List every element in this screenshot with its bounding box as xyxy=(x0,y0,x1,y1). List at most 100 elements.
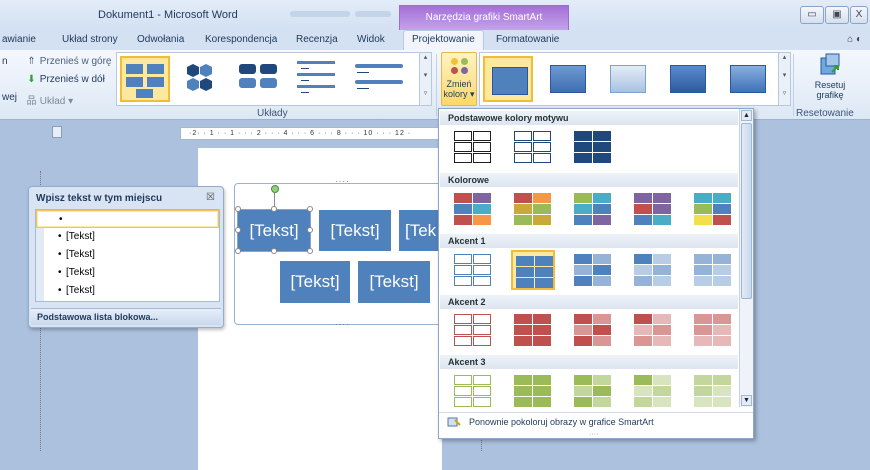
layout-button[interactable]: 品 Układ ▾ xyxy=(26,92,74,107)
smartart-shape[interactable]: [Tekst] xyxy=(280,261,350,303)
color-swatch-accent3-fill[interactable] xyxy=(511,371,555,407)
styles-scroll-up[interactable]: ▴ xyxy=(778,53,790,71)
color-swatch-accent3-outline[interactable] xyxy=(451,371,495,407)
color-swatch-accent2-gradient[interactable] xyxy=(571,310,615,350)
style-item[interactable] xyxy=(723,56,773,102)
color-swatch-accent1-light[interactable] xyxy=(691,250,735,290)
color-swatch-colorful[interactable] xyxy=(571,189,615,229)
smartart-shape[interactable]: [Tek xyxy=(399,210,439,251)
layout-grid[interactable] xyxy=(235,56,285,102)
text-pane-item[interactable]: • xyxy=(36,210,219,228)
smartart-shape[interactable]: [Tekst] xyxy=(358,261,430,303)
tab-korespondencja[interactable]: Korespondencja xyxy=(205,34,277,45)
color-swatch-accent2-transparent[interactable] xyxy=(631,310,675,350)
color-swatch-accent1-transparent[interactable] xyxy=(631,250,675,290)
maximize-button[interactable]: ▣ xyxy=(825,6,849,24)
style-item[interactable] xyxy=(483,56,533,102)
text-pane-item[interactable]: • [Tekst] xyxy=(36,282,219,300)
color-swatch-accent2-outline[interactable] xyxy=(451,310,495,350)
color-menu-scrollbar[interactable]: ▲ ▼ xyxy=(739,109,753,407)
text-pane-close-icon[interactable]: ☒ xyxy=(206,192,215,203)
color-swatch-dark-fill-outline[interactable] xyxy=(511,127,555,167)
swatch-cell xyxy=(713,397,731,407)
tab-uklad-strony[interactable]: Układ strony xyxy=(62,34,118,45)
close-button[interactable]: X xyxy=(850,6,868,24)
smartart-frame[interactable] xyxy=(234,183,448,325)
tab-projektowanie[interactable]: Projektowanie xyxy=(403,30,484,51)
tab-wstawianie[interactable]: awianie xyxy=(2,34,36,45)
tab-widok[interactable]: Widok xyxy=(357,34,385,45)
move-down-button[interactable]: ⬇ Przenieś w dół xyxy=(26,74,105,85)
styles-gallery[interactable]: ▴ ▾ ▿ xyxy=(479,52,791,106)
tab-formatowanie[interactable]: Formatowanie xyxy=(496,34,559,45)
color-swatch-dark-fill[interactable] xyxy=(571,127,615,167)
color-swatch-accent1-fill[interactable] xyxy=(511,250,555,290)
layout-vertical-bullet[interactable] xyxy=(293,56,343,102)
swatch-cell xyxy=(634,397,652,407)
swatch-cell xyxy=(653,204,671,214)
color-swatch-dark-outline[interactable] xyxy=(451,127,495,167)
ribbon-minimize-icon[interactable]: ⌂ ◐ xyxy=(847,34,862,45)
styles-more-button[interactable]: ▿ xyxy=(778,89,790,105)
smartart-shape[interactable]: [Tekst] xyxy=(237,209,311,252)
text-pane-item[interactable]: • [Tekst] xyxy=(36,228,219,246)
swatch-cell xyxy=(713,375,731,385)
tab-odwolania[interactable]: Odwołania xyxy=(137,34,184,45)
swatch-cell xyxy=(593,325,611,335)
recolor-pictures-option[interactable]: Ponownie pokoloruj obrazy w grafice Smar… xyxy=(439,412,753,430)
menu-resize-grip[interactable]: ···· xyxy=(589,431,598,438)
styles-scroll-down[interactable]: ▾ xyxy=(778,71,790,89)
ruler-indent-marker[interactable] xyxy=(52,126,62,138)
horizontal-ruler[interactable]: ·2· · 1 · · 1 · · · 2 · · · 4 · · · 6 · … xyxy=(180,127,442,140)
text-pane-layout-link[interactable]: Podstawowa lista blokowa... xyxy=(31,308,221,325)
color-swatch-colorful[interactable] xyxy=(511,189,555,229)
smartart-shape[interactable]: [Tekst] xyxy=(319,210,391,251)
color-swatch-colorful[interactable] xyxy=(691,189,735,229)
resize-handle[interactable] xyxy=(307,227,313,233)
window-title: Dokument1 - Microsoft Word xyxy=(98,9,238,21)
resize-handle[interactable] xyxy=(235,248,241,254)
frame-handle-top[interactable]: ···· xyxy=(335,177,350,186)
style-item[interactable] xyxy=(543,56,593,102)
color-swatch-colorful[interactable] xyxy=(451,189,495,229)
swatch-cell xyxy=(473,142,491,152)
color-swatch-accent2-fill[interactable] xyxy=(511,310,555,350)
resize-handle[interactable] xyxy=(235,206,241,212)
layout-lined-list[interactable] xyxy=(351,56,411,102)
color-swatch-accent3-gradient[interactable] xyxy=(571,371,615,407)
change-colors-button[interactable]: Zmień kolory ▾ xyxy=(441,52,477,106)
swatch-cell xyxy=(653,325,671,335)
scroll-up-arrow[interactable]: ▲ xyxy=(741,110,752,121)
resize-handle[interactable] xyxy=(307,206,313,212)
resize-handle[interactable] xyxy=(271,248,277,254)
style-item[interactable] xyxy=(663,56,713,102)
swatch-cell xyxy=(634,215,652,225)
scroll-down-arrow[interactable]: ▼ xyxy=(741,395,752,406)
color-swatch-accent3-light[interactable] xyxy=(691,371,735,407)
left-cut-text-2: wej xyxy=(2,92,18,103)
minimize-button[interactable]: ▭ xyxy=(800,6,824,24)
layouts-gallery[interactable]: ▴ ▾ ▿ xyxy=(116,52,432,106)
color-swatch-accent1-outline[interactable] xyxy=(451,250,495,290)
scroll-thumb[interactable] xyxy=(741,123,752,299)
move-up-label: Przenieś w górę xyxy=(39,56,112,67)
tab-recenzja[interactable]: Recenzja xyxy=(296,34,338,45)
frame-handle-bottom[interactable]: ···· xyxy=(335,320,350,329)
color-swatch-accent3-transparent[interactable] xyxy=(631,371,675,407)
gallery-more-button[interactable]: ▿ xyxy=(419,89,431,105)
gallery-scroll-up[interactable]: ▴ xyxy=(419,53,431,71)
style-item[interactable] xyxy=(603,56,653,102)
color-swatch-accent1-gradient[interactable] xyxy=(571,250,615,290)
gallery-scroll-down[interactable]: ▾ xyxy=(419,71,431,89)
resize-handle[interactable] xyxy=(235,227,241,233)
text-pane-item[interactable]: • [Tekst] xyxy=(36,246,219,264)
color-swatch-colorful[interactable] xyxy=(631,189,675,229)
color-swatch-accent2-light[interactable] xyxy=(691,310,735,350)
layout-basic-block-list[interactable] xyxy=(120,56,170,102)
move-up-button[interactable]: ⇑ Przenieś w górę xyxy=(26,56,111,67)
text-pane-item[interactable]: • [Tekst] xyxy=(36,264,219,282)
rotate-handle[interactable] xyxy=(271,185,279,193)
layout-hexagon[interactable] xyxy=(177,56,227,102)
reset-graphic-button[interactable]: Resetuj grafikę xyxy=(795,52,865,100)
resize-handle[interactable] xyxy=(307,248,313,254)
